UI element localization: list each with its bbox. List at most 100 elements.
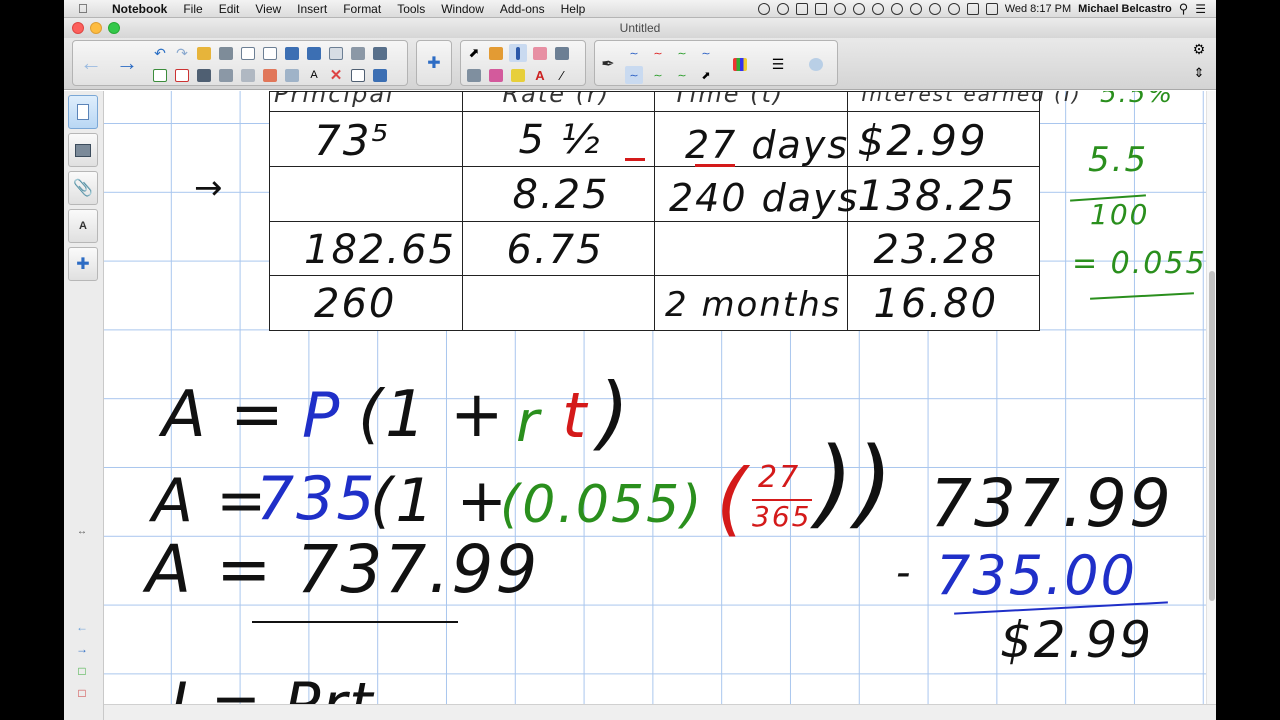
next-page-icon[interactable]: → (111, 43, 143, 83)
capture-icon[interactable] (283, 66, 301, 84)
line-style-icon[interactable]: ☰ (769, 55, 787, 73)
dual-page-icon[interactable] (305, 44, 323, 62)
formula-P: P (302, 379, 342, 452)
menubar-clock[interactable]: Wed 8:17 PM (1005, 3, 1071, 15)
insert-icon[interactable] (217, 44, 235, 62)
paste-icon[interactable] (217, 66, 235, 84)
tools-icon[interactable] (239, 66, 257, 84)
screen-capture-icon[interactable] (327, 44, 345, 62)
menu-edit[interactable]: Edit (211, 2, 248, 16)
shapes-icon[interactable] (487, 66, 505, 84)
status-icon-d[interactable] (814, 2, 827, 15)
menu-app-name[interactable]: Notebook (104, 2, 175, 16)
pen-thick-blue-icon[interactable]: ∼ (697, 44, 715, 62)
add-ons-tab[interactable]: ✚ (68, 247, 98, 281)
document-camera-icon[interactable] (371, 44, 389, 62)
sub-top: 737.99 (930, 465, 1173, 542)
properties-tab[interactable]: A (68, 209, 98, 243)
wifi-icon[interactable] (947, 2, 960, 15)
collapse-sidebar-icon[interactable]: ↔ (74, 523, 90, 539)
redo-icon[interactable]: ↷ (173, 44, 191, 62)
menu-file[interactable]: File (175, 2, 210, 16)
minimize-window-button[interactable] (90, 22, 102, 34)
eraser-icon[interactable] (531, 44, 549, 62)
header-interest: Interest earned (I) (861, 91, 1082, 106)
notebook-canvas[interactable]: Principal Rate (r) Time (t) Interest ear… (104, 91, 1206, 720)
timemachine-icon[interactable] (928, 2, 941, 15)
presentation-icon[interactable] (283, 44, 301, 62)
pen-type-icon[interactable]: ✒ (599, 55, 617, 73)
bell-icon[interactable] (871, 2, 884, 15)
pen-green-icon[interactable]: ∼ (673, 44, 691, 62)
measure-icon[interactable] (261, 66, 279, 84)
sidebar-add-page-icon[interactable]: □ (74, 663, 90, 679)
menu-format[interactable]: Format (335, 2, 389, 16)
move-toolbar-icon[interactable]: ⇕ (1190, 64, 1208, 82)
apple-icon[interactable]:  (78, 1, 96, 16)
line3-underline (252, 621, 458, 623)
pen-green-2-icon[interactable]: ∼ (649, 66, 667, 84)
menu-bar:  Notebook File Edit View Insert Format … (64, 0, 1216, 18)
delete-icon[interactable]: ✕ (327, 66, 345, 84)
highlighter-icon[interactable] (509, 66, 527, 84)
sidebar-forward-icon[interactable]: → (74, 641, 90, 657)
menu-tools[interactable]: Tools (389, 2, 433, 16)
table-cell: 260 (269, 275, 463, 331)
pen-red-icon[interactable]: ∼ (649, 44, 667, 62)
sidebar-delete-page-icon[interactable]: □ (74, 685, 90, 701)
menubar-user[interactable]: Michael Belcastro (1078, 3, 1172, 15)
battery-icon[interactable] (985, 2, 998, 15)
select-icon[interactable]: ⬈ (465, 44, 483, 62)
notification-center-icon[interactable]: ☰ (1195, 2, 1206, 16)
menu-help[interactable]: Help (553, 2, 594, 16)
save-icon[interactable] (195, 66, 213, 84)
color-palette-icon[interactable] (731, 55, 749, 73)
status-icon-e[interactable] (833, 2, 846, 15)
table-icon[interactable] (349, 66, 367, 84)
sidebar-back-icon[interactable]: ← (74, 619, 90, 635)
text-icon[interactable]: A (531, 66, 549, 84)
new-page-icon[interactable] (151, 66, 169, 84)
menu-view[interactable]: View (247, 2, 289, 16)
zoom-window-button[interactable] (108, 22, 120, 34)
previous-page-icon[interactable]: ← (75, 43, 107, 83)
print-icon[interactable] (349, 44, 367, 62)
gallery-tab[interactable] (68, 133, 98, 167)
menu-add-ons[interactable]: Add-ons (492, 2, 553, 16)
bluetooth-icon[interactable] (909, 2, 922, 15)
magic-pen-icon[interactable] (553, 44, 571, 62)
pen-green-3-icon[interactable]: ∼ (673, 66, 691, 84)
settings-gear-icon[interactable]: ⚙ (1190, 40, 1208, 58)
pen-blue-2-icon[interactable]: ∼ (625, 66, 643, 84)
menu-window[interactable]: Window (433, 2, 492, 16)
status-icon-a[interactable] (757, 2, 770, 15)
properties-icon[interactable] (807, 55, 825, 73)
full-screen-icon[interactable] (371, 66, 389, 84)
clock-icon[interactable] (890, 2, 903, 15)
fit-page-icon[interactable] (261, 44, 279, 62)
undo-icon[interactable]: ↶ (151, 44, 169, 62)
line-icon[interactable]: ∕ (553, 66, 571, 84)
scrollbar-thumb[interactable] (1209, 271, 1215, 601)
page-sorter-tab[interactable] (68, 95, 98, 129)
vertical-scrollbar[interactable] (1206, 91, 1216, 720)
right-panel-controls: ⚙ ⇕ (1184, 38, 1216, 90)
delete-page-icon[interactable] (173, 66, 191, 84)
open-file-icon[interactable] (195, 44, 213, 62)
status-icon-b[interactable] (776, 2, 789, 15)
status-icon-c[interactable] (795, 2, 808, 15)
menu-insert[interactable]: Insert (289, 2, 335, 16)
spotlight-icon[interactable]: ⚲ (1179, 1, 1189, 17)
text-size-icon[interactable]: A (305, 66, 323, 84)
fill-icon[interactable] (487, 44, 505, 62)
attachments-tab[interactable]: 📎 (68, 171, 98, 205)
screen-shade-icon[interactable] (239, 44, 257, 62)
pen-icon[interactable] (509, 44, 527, 62)
status-icon-f[interactable] (852, 2, 865, 15)
pen-blue-icon[interactable]: ∼ (625, 44, 643, 62)
close-window-button[interactable] (72, 22, 84, 34)
add-ons-icon[interactable]: ✚ (425, 54, 443, 72)
creative-pen-icon[interactable] (465, 66, 483, 84)
volume-icon[interactable] (966, 2, 979, 15)
side-calc-result: = 0.055 (1072, 246, 1206, 281)
